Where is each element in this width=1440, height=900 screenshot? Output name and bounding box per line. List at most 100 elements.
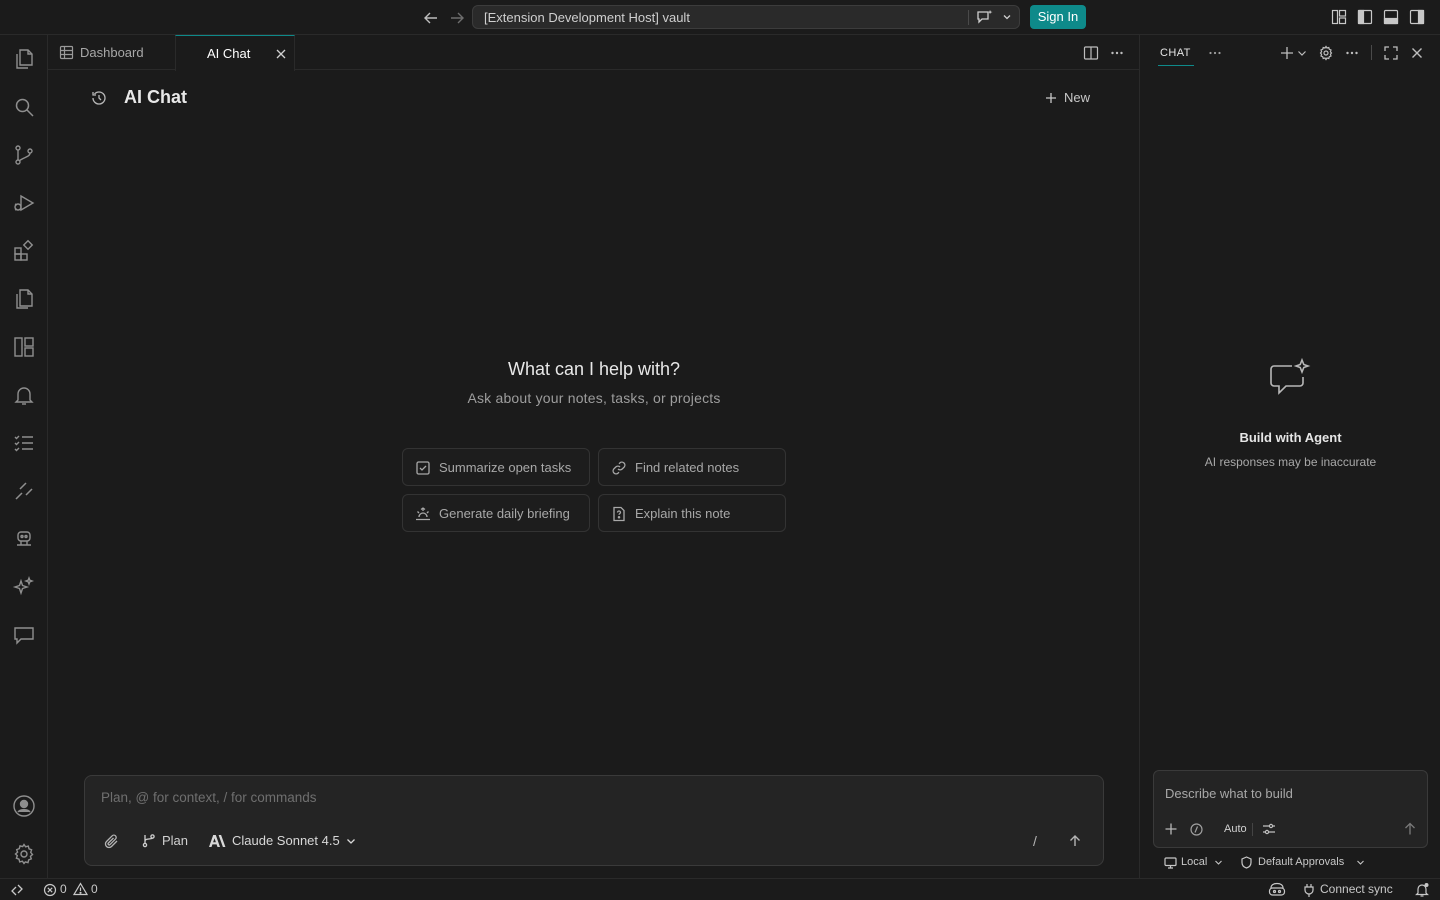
suggestion-label: Find related notes xyxy=(635,460,740,475)
customize-layout-icon[interactable] xyxy=(1331,9,1347,25)
title-bar: [Extension Development Host] vault Sign … xyxy=(0,0,1440,35)
agent-chat-input[interactable]: Describe what to build Auto xyxy=(1153,770,1428,848)
editor-area: Dashboard AI Chat AI Chat New What can I… xyxy=(48,35,1140,878)
chevron-down-icon xyxy=(1356,858,1365,867)
send-arrow-icon[interactable] xyxy=(1403,822,1417,836)
page-title: AI Chat xyxy=(124,87,187,107)
remote-tools-icon[interactable] xyxy=(12,479,36,503)
chat-settings-gear-icon[interactable] xyxy=(1318,45,1334,61)
mode-selector-plan[interactable]: Plan xyxy=(141,832,201,850)
command-center[interactable]: [Extension Development Host] vault xyxy=(472,5,1020,29)
branch-icon xyxy=(141,833,156,848)
toggle-secondary-sidebar-icon[interactable] xyxy=(1409,9,1425,25)
tab-ai-chat[interactable]: AI Chat xyxy=(175,35,295,71)
new-chat-button[interactable]: New xyxy=(1044,88,1096,108)
chat-sparkle-icon xyxy=(1268,358,1312,398)
plug-icon[interactable] xyxy=(1303,883,1315,897)
history-icon[interactable] xyxy=(90,89,108,107)
remote-connection-icon[interactable] xyxy=(10,883,24,897)
chevron-down-icon xyxy=(1214,858,1223,867)
composer-placeholder[interactable]: Plan, @ for context, / for commands xyxy=(101,790,317,805)
chat-view-title[interactable]: CHAT xyxy=(1160,47,1191,59)
agent-empty-subtitle: AI responses may be inaccurate xyxy=(1204,455,1377,469)
source-control-icon[interactable] xyxy=(12,143,36,167)
run-debug-icon[interactable] xyxy=(12,191,36,215)
chevron-down-icon[interactable] xyxy=(1001,11,1013,23)
approvals-selector[interactable]: Default Approvals xyxy=(1240,855,1370,871)
sign-in-button[interactable]: Sign In xyxy=(1030,5,1086,29)
extensions-icon[interactable] xyxy=(12,239,36,263)
suggestion-label: Summarize open tasks xyxy=(439,460,572,475)
auto-mode-label[interactable]: Auto xyxy=(1224,823,1247,835)
back-arrow-icon[interactable] xyxy=(422,9,440,27)
hero-subtitle: Ask about your notes, tasks, or projects xyxy=(467,390,721,406)
table-icon xyxy=(59,45,74,60)
tab-label: AI Chat xyxy=(207,46,251,61)
suggestion-explain-this-note[interactable]: Explain this note xyxy=(598,494,786,532)
command-center-text: [Extension Development Host] vault xyxy=(484,10,690,25)
more-actions-icon[interactable] xyxy=(1109,45,1125,61)
hero-title: What can I help with? xyxy=(507,359,681,379)
local-target-selector[interactable]: Local xyxy=(1164,855,1226,871)
suggestion-label: Generate daily briefing xyxy=(439,506,570,521)
warning-icon[interactable] xyxy=(73,882,88,896)
suggestion-summarize-open-tasks[interactable]: Summarize open tasks xyxy=(402,448,590,486)
more-views-icon[interactable] xyxy=(1207,45,1223,61)
link-icon xyxy=(611,460,627,476)
split-editor-icon[interactable] xyxy=(1083,45,1099,61)
tasks-icon[interactable] xyxy=(12,431,36,455)
new-chat-label: New xyxy=(1064,90,1091,105)
add-context-icon[interactable] xyxy=(1164,822,1178,836)
notification-bell-icon[interactable] xyxy=(1415,882,1429,897)
tools-icon[interactable] xyxy=(1190,823,1203,836)
close-icon[interactable] xyxy=(1409,45,1425,61)
pages-icon[interactable] xyxy=(12,287,36,311)
maximize-icon[interactable] xyxy=(1383,45,1399,61)
tab-dashboard[interactable]: Dashboard xyxy=(48,35,175,70)
sparkles-icon[interactable] xyxy=(12,575,36,599)
shield-icon xyxy=(1240,856,1253,869)
send-arrow-icon[interactable] xyxy=(1067,833,1083,849)
anthropic-logo-icon xyxy=(209,834,226,848)
suggestion-find-related-notes[interactable]: Find related notes xyxy=(598,448,786,486)
sunrise-icon xyxy=(415,506,431,522)
chevron-down-icon xyxy=(345,835,357,847)
settings-gear-icon[interactable] xyxy=(12,842,36,866)
model-selector[interactable]: Claude Sonnet 4.5 xyxy=(209,832,369,850)
dashboard-layout-icon[interactable] xyxy=(12,335,36,359)
suggestion-generate-daily-briefing[interactable]: Generate daily briefing xyxy=(402,494,590,532)
tune-settings-icon[interactable] xyxy=(1262,822,1276,836)
explorer-icon[interactable] xyxy=(12,47,36,71)
account-icon[interactable] xyxy=(12,794,36,818)
error-count[interactable]: 0 xyxy=(60,882,67,896)
active-view-indicator xyxy=(1158,65,1194,66)
tab-label: Dashboard xyxy=(80,45,144,60)
header-divider xyxy=(1371,45,1372,60)
search-icon[interactable] xyxy=(12,95,36,119)
copilot-status-icon[interactable] xyxy=(1268,882,1286,897)
chat-bubble-icon[interactable] xyxy=(12,623,36,647)
forward-arrow-icon[interactable] xyxy=(448,9,466,27)
new-chat-plus-icon[interactable] xyxy=(1279,45,1295,61)
slash-commands-button[interactable]: / xyxy=(1033,833,1037,849)
close-icon[interactable] xyxy=(274,47,288,61)
chat-composer[interactable]: Plan, @ for context, / for commands Plan… xyxy=(84,775,1104,866)
command-center-divider xyxy=(968,10,969,25)
mode-label: Plan xyxy=(162,833,189,848)
model-label: Claude Sonnet 4.5 xyxy=(232,833,340,848)
copilot-chat-icon[interactable] xyxy=(976,9,994,25)
paperclip-icon[interactable] xyxy=(103,833,120,850)
chevron-down-icon[interactable] xyxy=(1296,45,1308,61)
agent-input-placeholder[interactable]: Describe what to build xyxy=(1165,786,1293,801)
connect-sync-label[interactable]: Connect sync xyxy=(1320,882,1393,896)
agent-robot-icon[interactable] xyxy=(12,527,36,551)
toggle-primary-sidebar-icon[interactable] xyxy=(1357,9,1373,25)
warning-count[interactable]: 0 xyxy=(91,882,98,896)
editor-tab-bar: Dashboard AI Chat xyxy=(48,35,1140,71)
chat-more-icon[interactable] xyxy=(1344,45,1360,61)
error-icon[interactable] xyxy=(43,883,57,897)
notifications-icon[interactable] xyxy=(12,383,36,407)
chat-secondary-sidebar: CHAT Build with Agent AI responses may b… xyxy=(1141,35,1440,878)
toggle-panel-icon[interactable] xyxy=(1383,9,1399,25)
input-divider xyxy=(1252,823,1253,836)
